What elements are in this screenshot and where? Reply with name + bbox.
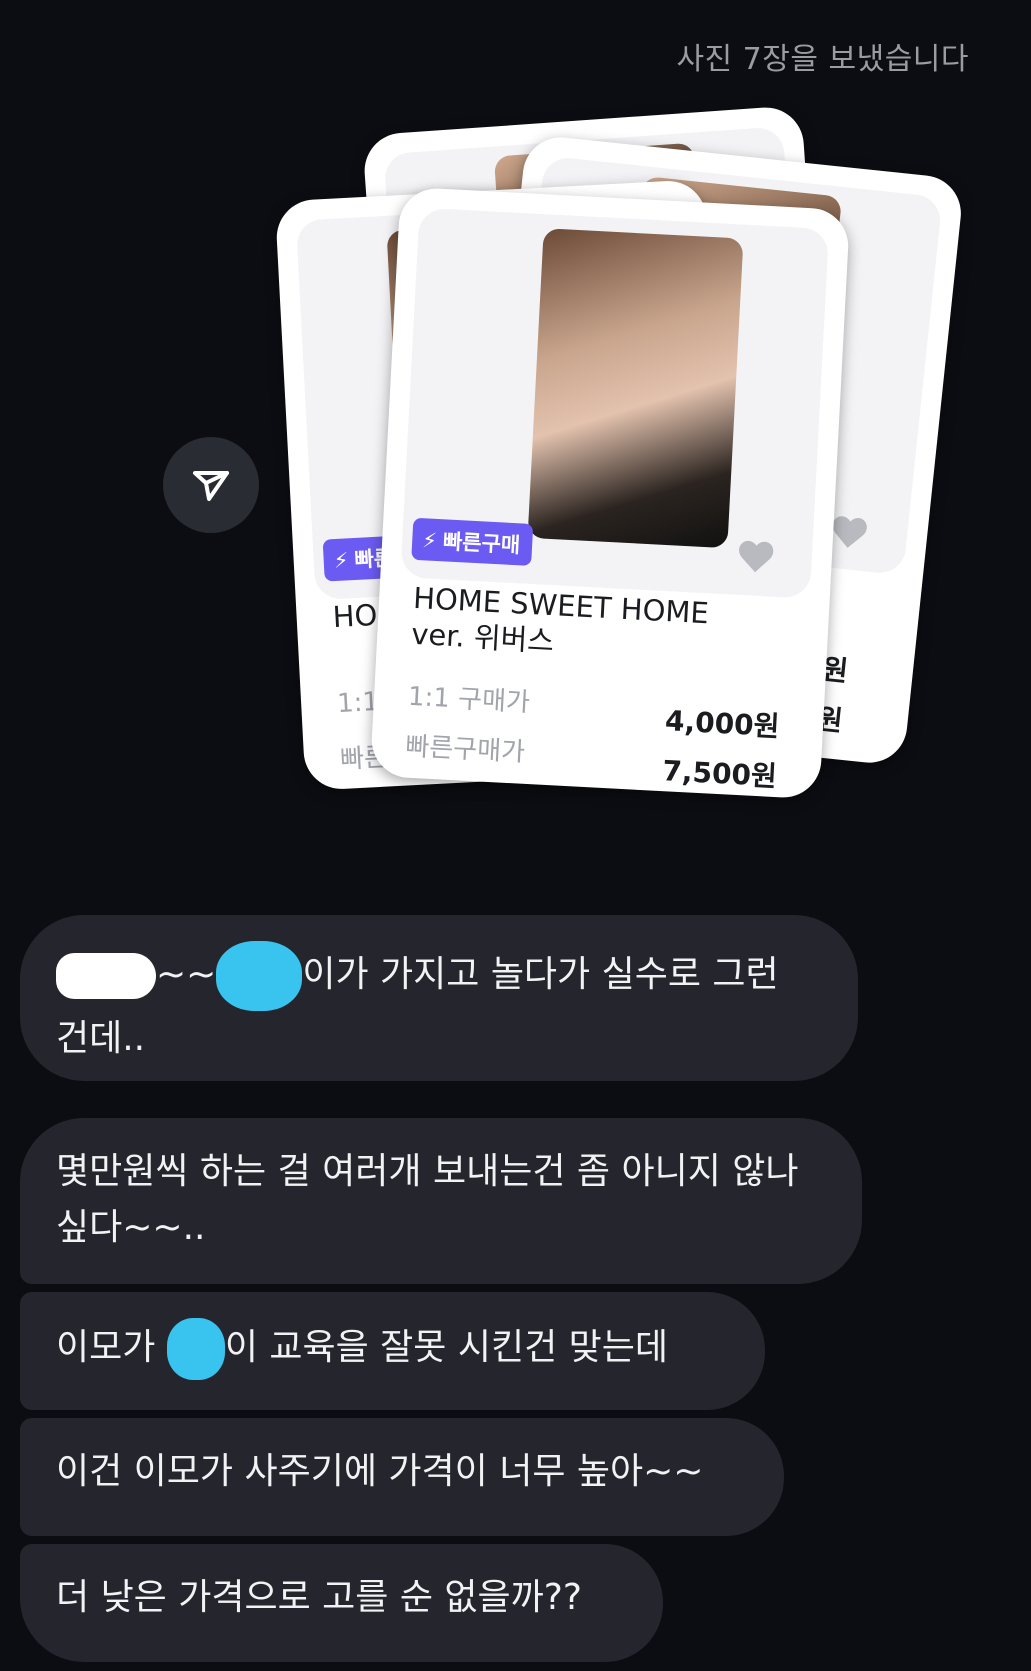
- message-bubble[interactable]: 더 낮은 가격으로 고를 순 없을까??: [20, 1544, 663, 1662]
- message-bubble[interactable]: 이모가 이 교육을 잘못 시킨건 맞는데: [20, 1292, 765, 1410]
- bolt-icon: ⚡: [333, 548, 350, 574]
- message-bubble[interactable]: 이건 이모가 사주기에 가격이 너무 높아~~: [20, 1418, 784, 1536]
- price-1to1: 4,000원: [664, 704, 781, 744]
- message-text: 이모가: [56, 1327, 167, 1368]
- product-card-stack[interactable]: 0원 0원 ⚡빠른 HON 1:1 빠른 ⚡빠른구매 HOME SWEET HO…: [274, 100, 1020, 880]
- product-photo: [527, 228, 744, 549]
- message-text: 몇만원씩 하는 걸 여러개 보내는건 좀 아니지 않나 싶다~~..: [56, 1151, 799, 1248]
- bolt-icon: ⚡: [421, 528, 438, 553]
- share-button[interactable]: [163, 437, 259, 533]
- message-text: ~~: [156, 954, 217, 995]
- message-text: 이 교육을 잘못 시킨건 맞는데: [224, 1327, 669, 1368]
- message-text: 이가 가지고 놀다가 실수로 그런: [302, 954, 779, 995]
- fast-buy-badge: ⚡ 빠른구매: [411, 517, 534, 566]
- send-icon: [193, 471, 229, 501]
- redacted-name: [216, 941, 303, 1011]
- label-1to1-price: 1:1 구매가: [407, 681, 531, 719]
- redacted-name: [166, 1318, 225, 1380]
- label-fast-price: 빠른구매가: [404, 731, 526, 768]
- sent-photos-status: 사진 7장을 보냈습니다: [676, 42, 969, 77]
- product-title: HOME SWEET HOME ver. 위버스: [410, 580, 709, 668]
- message-text: 건데..: [56, 1018, 146, 1059]
- heart-icon[interactable]: [733, 533, 779, 579]
- message-bubble[interactable]: ~~ 이가 가지고 놀다가 실수로 그런 건데..: [20, 915, 858, 1081]
- redacted-name: [56, 953, 156, 999]
- message-bubble[interactable]: 몇만원씩 하는 걸 여러개 보내는건 좀 아니지 않나 싶다~~..: [20, 1118, 862, 1284]
- message-text: 더 낮은 가격으로 고를 순 없을까??: [56, 1577, 582, 1618]
- message-text: 이건 이모가 사주기에 가격이 너무 높아~~: [56, 1451, 704, 1492]
- price-fast: 7,500원: [661, 754, 778, 794]
- product-card-front[interactable]: ⚡ 빠른구매 HOME SWEET HOME ver. 위버스 1:1 구매가 4…: [369, 186, 851, 800]
